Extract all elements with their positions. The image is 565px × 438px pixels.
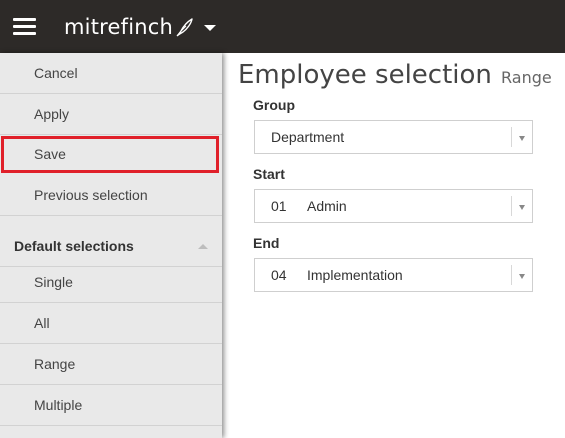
default-selections-header[interactable]: Default selections bbox=[0, 226, 222, 267]
caret-down-icon bbox=[204, 25, 217, 31]
hamburger-menu-icon[interactable] bbox=[13, 18, 36, 36]
apply-label: Apply bbox=[34, 106, 70, 122]
sidebar-item-single[interactable]: Single bbox=[0, 262, 222, 303]
sidebar-item-range[interactable]: Range bbox=[0, 344, 222, 385]
sidebar-menu: Cancel Apply Save Previous selection Def… bbox=[0, 53, 222, 438]
chevron-up-icon bbox=[198, 243, 208, 249]
group-select-value: Department bbox=[271, 129, 345, 145]
apply-button[interactable]: Apply bbox=[0, 94, 222, 135]
quill-pen-icon bbox=[176, 18, 193, 37]
top-bar: mitrefinch bbox=[0, 0, 565, 53]
dropdown-arrow-icon bbox=[519, 205, 525, 210]
default-selections-heading: Default selections bbox=[14, 238, 134, 254]
save-label: Save bbox=[34, 146, 66, 162]
brand-name: mitrefinch bbox=[64, 15, 174, 39]
end-select-value: Implementation bbox=[307, 267, 403, 283]
save-button[interactable]: Save bbox=[1, 136, 219, 173]
sidebar-item-all[interactable]: All bbox=[0, 303, 222, 344]
group-label: Group bbox=[253, 97, 295, 113]
end-select-code: 04 bbox=[271, 267, 287, 283]
start-select-value: Admin bbox=[307, 198, 347, 214]
cancel-button[interactable]: Cancel bbox=[0, 53, 222, 94]
sidebar-item-label: Multiple bbox=[34, 397, 83, 413]
cancel-label: Cancel bbox=[34, 65, 78, 81]
page-title: Employee selection Range bbox=[238, 60, 552, 90]
start-select[interactable]: 01 Admin bbox=[254, 189, 533, 223]
sidebar-item-label: All bbox=[34, 315, 50, 331]
end-label: End bbox=[253, 235, 280, 251]
brand-dropdown[interactable]: mitrefinch bbox=[64, 13, 217, 41]
previous-selection-label: Previous selection bbox=[34, 187, 148, 203]
previous-selection-button[interactable]: Previous selection bbox=[0, 175, 222, 216]
group-select[interactable]: Department bbox=[254, 120, 533, 154]
select-divider bbox=[511, 265, 512, 285]
select-divider bbox=[511, 127, 512, 147]
sidebar-item-label: Single bbox=[34, 274, 73, 290]
page-subtitle: Range bbox=[501, 68, 552, 87]
select-divider bbox=[511, 196, 512, 216]
dropdown-arrow-icon bbox=[519, 136, 525, 141]
end-select[interactable]: 04 Implementation bbox=[254, 258, 533, 292]
page-title-main: Employee selection bbox=[238, 60, 492, 90]
dropdown-arrow-icon bbox=[519, 274, 525, 279]
start-select-code: 01 bbox=[271, 198, 287, 214]
sidebar-item-multiple[interactable]: Multiple bbox=[0, 385, 222, 426]
start-label: Start bbox=[253, 166, 285, 182]
sidebar-item-label: Range bbox=[34, 356, 76, 372]
